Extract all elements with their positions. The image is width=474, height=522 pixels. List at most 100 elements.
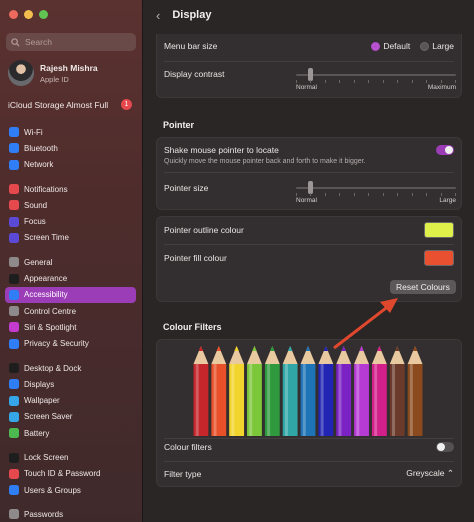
notification-badge: 1 (121, 99, 132, 110)
pencil (282, 346, 298, 436)
sidebar-item-touch-id-password[interactable]: Touch ID & Password (5, 466, 136, 482)
sidebar-item-label: Sound (24, 200, 48, 210)
chevron-updown-icon: ⌃ (446, 468, 454, 478)
sidebar-item-siri-spotlight[interactable]: Siri & Spotlight (5, 319, 136, 335)
appearance-icon (9, 273, 19, 284)
sidebar-item-control-centre[interactable]: Control Centre (5, 303, 136, 319)
colour-pencils-preview (193, 346, 423, 436)
search-input[interactable]: Search (6, 33, 136, 51)
sidebar-item-screen-saver[interactable]: Screen Saver (5, 409, 136, 425)
zoom-window-button[interactable] (39, 10, 48, 19)
sidebar-item-displays[interactable]: Displays (5, 376, 136, 392)
battery-icon (9, 428, 19, 439)
back-chevron-icon[interactable]: ‹ (156, 8, 160, 23)
sidebar-item-privacy-security[interactable]: Privacy & Security (5, 336, 136, 352)
sidebar-item-label: Privacy & Security (24, 339, 89, 349)
sidebar-item-label: Screen Saver (24, 412, 73, 422)
sidebar-item-label: Screen Time (24, 233, 69, 243)
filter-type-row: Filter type Greyscale ⌃ (164, 468, 454, 479)
slider-tick (339, 193, 341, 196)
sidebar-item-label: Battery (24, 428, 50, 438)
sidebar-item-label: Wi-Fi (24, 127, 43, 137)
pointer-fill-colour-well[interactable] (424, 250, 454, 266)
sound-icon (9, 200, 19, 211)
pointer-heading: Pointer (163, 120, 195, 130)
sidebar-item-users-groups[interactable]: Users & Groups (5, 482, 136, 498)
pencil (193, 346, 209, 436)
icloud-storage-alert[interactable]: iCloud Storage Almost Full 1 (8, 99, 132, 110)
pointer-size-slider[interactable]: Normal Large (296, 181, 456, 211)
sidebar-item-label: Focus (24, 217, 46, 227)
avatar (8, 60, 34, 86)
sidebar-item-bluetooth[interactable]: Bluetooth (5, 140, 136, 156)
sidebar-item-label: Appearance (24, 274, 68, 284)
sidebar-item-label: General (24, 257, 53, 267)
slider-track (296, 187, 456, 189)
slider-tick (426, 193, 428, 196)
pointer-card: Shake mouse pointer to locate Quickly mo… (156, 137, 462, 210)
shake-pointer-description: Quickly move the mouse pointer back and … (164, 158, 366, 165)
slider-tick (310, 80, 312, 83)
large-option-label: Large (432, 41, 454, 51)
shake-pointer-toggle[interactable] (436, 145, 454, 155)
sidebar-item-sound[interactable]: Sound (5, 197, 136, 213)
sidebar-item-desktop-dock[interactable]: Desktop & Dock (5, 360, 136, 376)
sidebar-item-network[interactable]: Network (5, 157, 136, 173)
pencil (300, 346, 316, 436)
pencil (354, 346, 369, 436)
pointer-outline-row: Pointer outline colour (164, 222, 454, 238)
sidebar-item-wallpaper[interactable]: Wallpaper (5, 392, 136, 408)
sidebar-item-label: Touch ID & Password (24, 469, 101, 479)
pointer-outline-colour-well[interactable] (424, 222, 454, 238)
slider-tick (455, 80, 456, 83)
wifi-icon (9, 127, 19, 138)
sidebar-item-label: Users & Groups (24, 485, 81, 495)
colour-filters-row: Colour filters (164, 442, 454, 452)
search-icon (11, 37, 20, 47)
contrast-max-label: Maximum (427, 84, 456, 91)
pointer-outline-label: Pointer outline colour (164, 225, 244, 235)
sidebar-item-general[interactable]: General (5, 254, 136, 270)
sidebar-item-label: Siri & Spotlight (24, 322, 77, 332)
network-icon (9, 159, 19, 170)
page-title: Display (172, 9, 212, 21)
slider-tick (382, 193, 384, 196)
slider-tick (368, 193, 370, 196)
sidebar-item-label: Bluetooth (24, 143, 58, 153)
minimize-window-button[interactable] (24, 10, 33, 19)
sidebar-item-passwords[interactable]: Passwords (5, 506, 136, 522)
reset-colours-button[interactable]: Reset Colours (390, 280, 456, 294)
slider-tick (397, 193, 399, 196)
close-window-button[interactable] (9, 10, 18, 19)
sidebar-item-lock-screen[interactable]: Lock Screen (5, 449, 136, 465)
display-contrast-slider[interactable]: Normal Maximum (296, 68, 456, 98)
slider-tick (426, 80, 428, 83)
displays-icon (9, 379, 19, 390)
sidebar-item-wi-fi[interactable]: Wi-Fi (5, 124, 136, 140)
colour-filters-heading: Colour Filters (163, 322, 222, 332)
pencil (318, 346, 334, 436)
accessibility-icon (9, 289, 19, 300)
menu-bar-default-option[interactable]: Default (371, 41, 410, 51)
sidebar-item-battery[interactable]: Battery (5, 425, 136, 441)
divider (164, 61, 454, 62)
focus-icon (9, 216, 19, 227)
apple-id-account[interactable]: Rajesh Mishra Apple ID (8, 60, 98, 86)
menu-bar-large-option[interactable]: Large (420, 41, 454, 51)
sidebar-item-label: Notifications (24, 184, 68, 194)
toolbar: ‹ Display (144, 0, 474, 30)
filter-type-select[interactable]: Greyscale ⌃ (406, 468, 454, 479)
sidebar-item-appearance[interactable]: Appearance (5, 270, 136, 286)
sidebar: Search Rajesh Mishra Apple ID iCloud Sto… (0, 0, 143, 522)
sidebar-item-notifications[interactable]: Notifications (5, 181, 136, 197)
sidebar-item-accessibility[interactable]: Accessibility (5, 286, 136, 303)
sidebar-item-screen-time[interactable]: Screen Time (5, 230, 136, 246)
user-name: Rajesh Mishra (40, 62, 98, 73)
slider-tick (455, 193, 456, 196)
pointer-size-min-label: Normal (296, 197, 317, 204)
colour-filters-toggle[interactable] (436, 442, 454, 452)
wallpaper-icon (9, 395, 19, 406)
pointer-size-label: Pointer size (164, 183, 209, 193)
search-placeholder: Search (25, 37, 52, 47)
sidebar-item-focus[interactable]: Focus (5, 213, 136, 229)
